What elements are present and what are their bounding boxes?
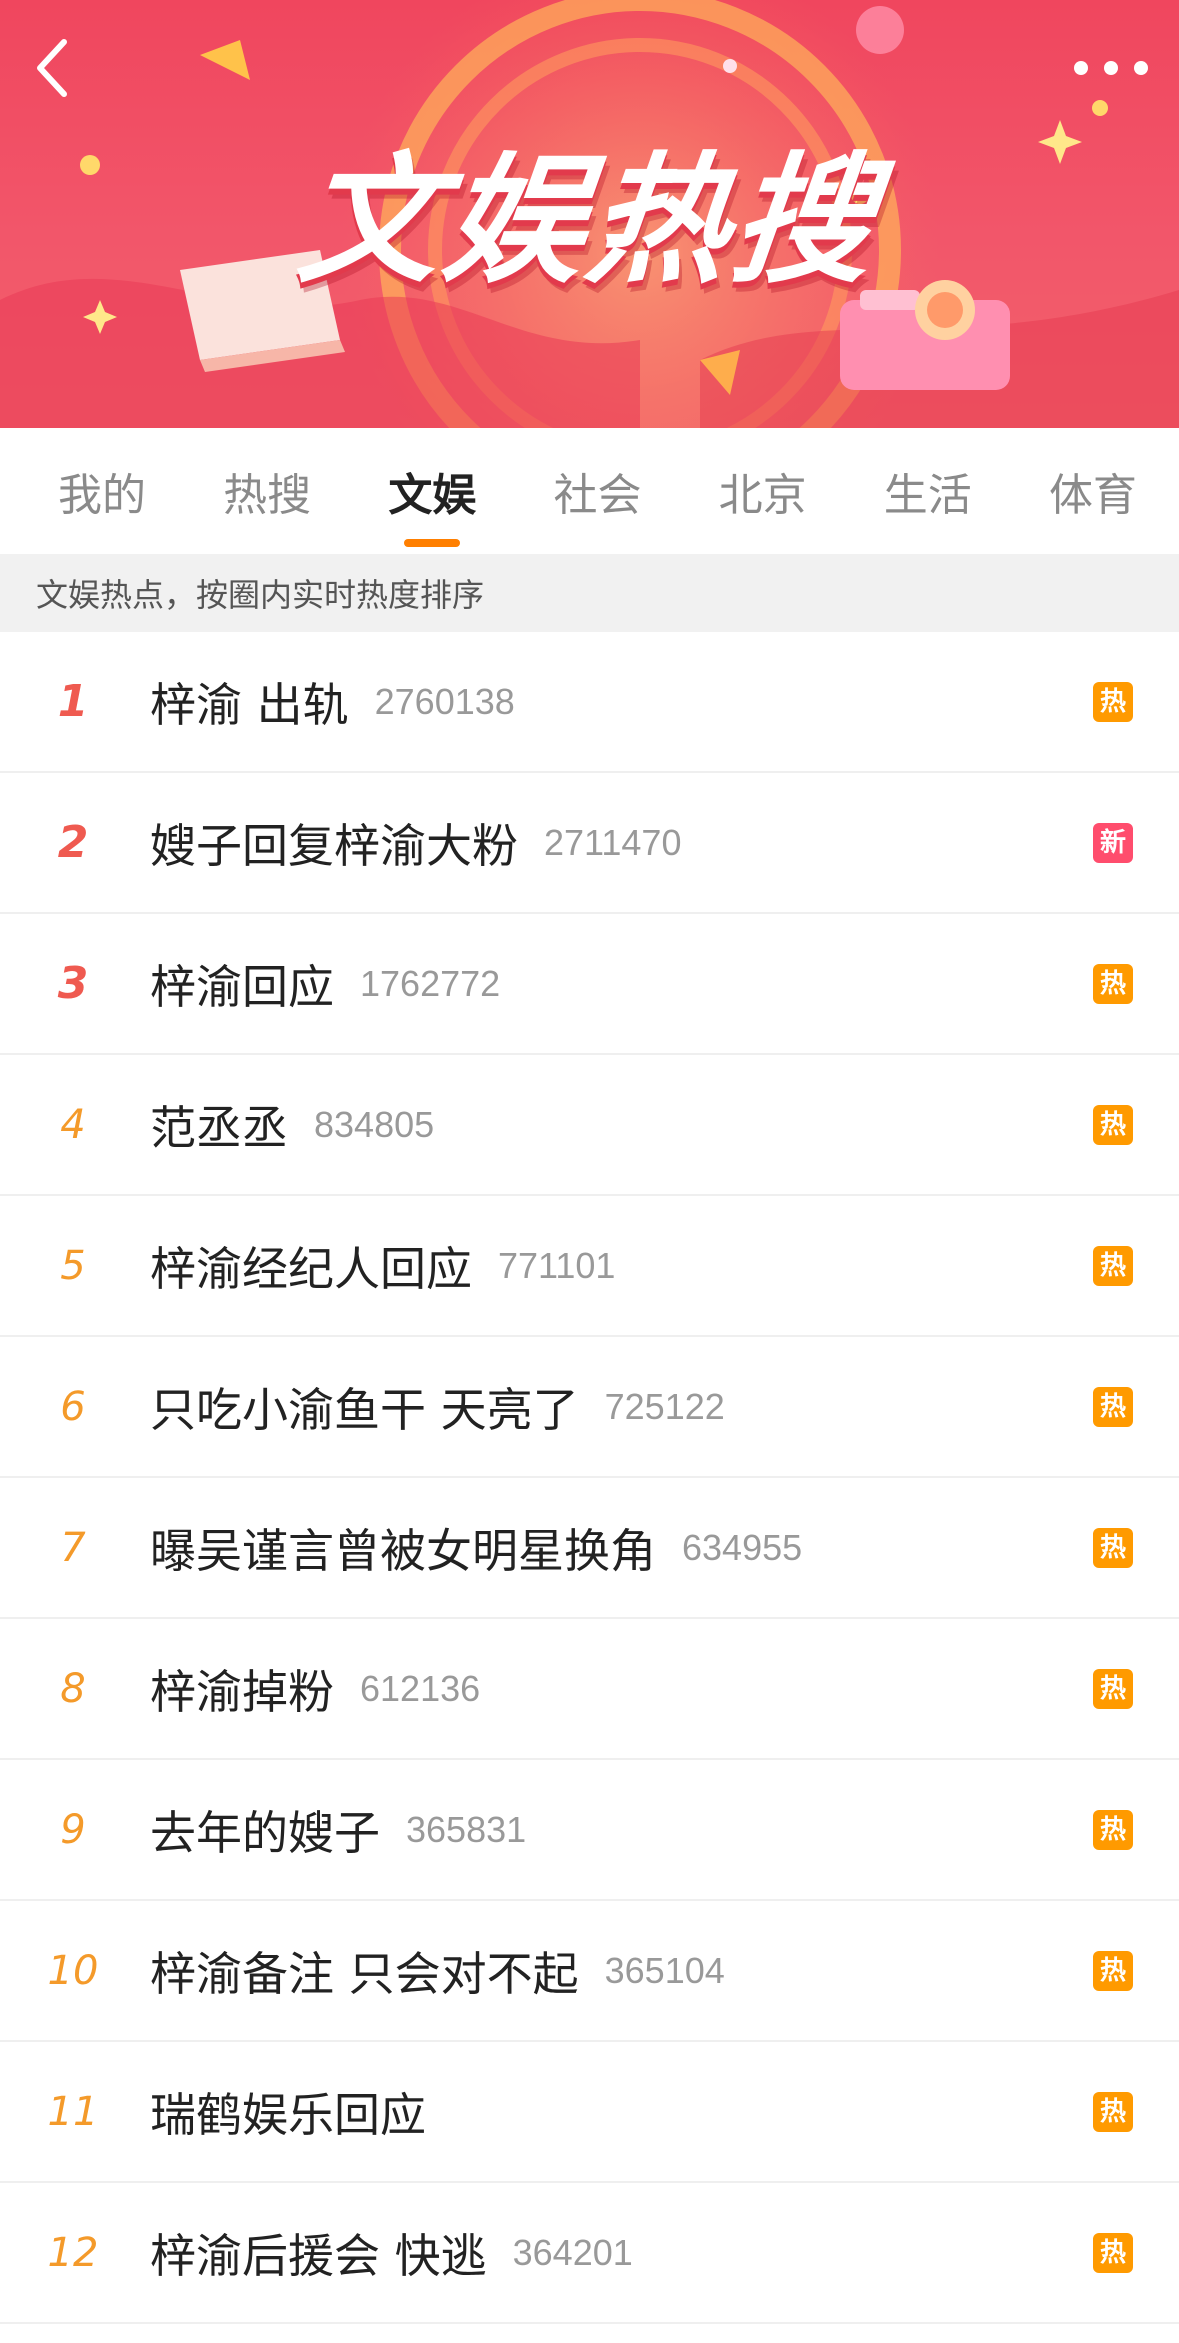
list-item[interactable]: 11 瑞鹤娱乐回应 热 xyxy=(0,2042,1179,2183)
tab-label: 热搜 xyxy=(223,470,312,521)
hot-badge: 热 xyxy=(1093,963,1133,1004)
heat-count: 612136 xyxy=(360,1667,481,1709)
tab-life[interactable]: 生活 xyxy=(884,449,972,533)
rank-number: 4 xyxy=(60,1101,86,1148)
tab-hot-search[interactable]: 热搜 xyxy=(223,449,311,533)
list-item[interactable]: 2 嫂子回复梓渝大粉 2711470 新 xyxy=(0,773,1179,914)
tab-society[interactable]: 社会 xyxy=(553,449,641,533)
rank-number: 2 xyxy=(57,817,89,868)
list-item[interactable]: 4 范丞丞 834805 热 xyxy=(0,1055,1179,1196)
page-title: 文娱热搜 xyxy=(291,140,885,303)
hot-badge: 热 xyxy=(1093,681,1133,722)
more-dots-icon xyxy=(1074,61,1148,75)
tab-entertainment[interactable]: 文娱 xyxy=(388,449,477,547)
tab-label: 生活 xyxy=(883,470,972,521)
list-item[interactable]: 9 去年的嫂子 365831 热 xyxy=(0,1760,1179,1901)
hot-search-list: 1 梓渝 出轨 2760138 热 2 嫂子回复梓渝大粉 2711470 新 3… xyxy=(0,632,1179,2324)
item-title: 曝吴谨言曾被女明星换角 xyxy=(150,1523,656,1578)
heat-count: 365831 xyxy=(406,1808,527,1850)
list-item[interactable]: 5 梓渝经纪人回应 771101 热 xyxy=(0,1196,1179,1337)
back-button[interactable] xyxy=(18,32,90,104)
hot-badge: 热 xyxy=(1093,2232,1133,2273)
list-item[interactable]: 7 曝吴谨言曾被女明星换角 634955 热 xyxy=(0,1478,1179,1619)
hot-badge: 热 xyxy=(1093,1668,1133,1709)
rank-number: 11 xyxy=(47,2088,99,2135)
item-title: 梓渝后援会 快逃 xyxy=(150,2228,487,2283)
chevron-left-icon xyxy=(37,39,67,97)
tab-label: 体育 xyxy=(1048,470,1137,521)
rank-number: 5 xyxy=(60,1242,86,1289)
heat-count: 634955 xyxy=(682,1526,803,1568)
tab-label: 北京 xyxy=(718,470,807,521)
list-item[interactable]: 3 梓渝回应 1762772 热 xyxy=(0,914,1179,1055)
item-title: 瑞鹤娱乐回应 xyxy=(150,2087,426,2142)
heat-count: 365104 xyxy=(604,1949,725,1991)
rank-number: 12 xyxy=(47,2229,99,2276)
list-item[interactable]: 6 只吃小渝鱼干 天亮了 725122 热 xyxy=(0,1337,1179,1478)
heat-count: 1762772 xyxy=(360,962,501,1004)
rank-number: 6 xyxy=(60,1383,86,1430)
rank-number: 7 xyxy=(60,1524,86,1571)
item-title: 只吃小渝鱼干 天亮了 xyxy=(150,1382,579,1437)
item-title: 梓渝 出轨 xyxy=(150,677,349,732)
hot-badge: 热 xyxy=(1093,1809,1133,1850)
active-tab-indicator xyxy=(404,539,461,547)
list-item[interactable]: 12 梓渝后援会 快逃 364201 热 xyxy=(0,2183,1179,2324)
rank-number: 1 xyxy=(57,676,89,727)
item-title: 梓渝掉粉 xyxy=(150,1664,334,1719)
rank-number: 10 xyxy=(47,1947,99,1994)
more-options-button[interactable] xyxy=(1065,44,1157,92)
heat-count: 834805 xyxy=(314,1103,435,1145)
new-badge: 新 xyxy=(1093,822,1133,863)
heat-count: 771101 xyxy=(498,1244,616,1286)
tab-label: 我的 xyxy=(58,470,146,521)
item-title: 嫂子回复梓渝大粉 xyxy=(150,818,518,873)
rank-number: 9 xyxy=(60,1806,86,1853)
section-subheader: 文娱热点，按圈内实时热度排序 xyxy=(0,554,1179,632)
category-tabs: 我的 热搜 文娱 社会 北京 生活 体育 xyxy=(0,428,1179,554)
list-item[interactable]: 10 梓渝备注 只会对不起 365104 热 xyxy=(0,1901,1179,2042)
hot-badge: 热 xyxy=(1093,1104,1133,1145)
heat-count: 725122 xyxy=(604,1385,725,1427)
item-title: 梓渝备注 只会对不起 xyxy=(150,1946,579,2001)
header-banner: 文娱热搜 xyxy=(0,0,1179,428)
item-title: 范丞丞 xyxy=(150,1100,288,1155)
tab-sports[interactable]: 体育 xyxy=(1049,449,1137,533)
heat-count: 2711470 xyxy=(544,821,682,863)
tab-mine[interactable]: 我的 xyxy=(58,449,146,533)
hot-badge: 热 xyxy=(1093,2091,1133,2132)
list-item[interactable]: 8 梓渝掉粉 612136 热 xyxy=(0,1619,1179,1760)
list-item[interactable]: 1 梓渝 出轨 2760138 热 xyxy=(0,632,1179,773)
hot-badge: 热 xyxy=(1093,1527,1133,1568)
tab-label: 社会 xyxy=(553,470,642,521)
hot-badge: 热 xyxy=(1093,1245,1133,1286)
rank-number: 8 xyxy=(60,1665,86,1712)
hot-badge: 热 xyxy=(1093,1950,1133,1991)
rank-number: 3 xyxy=(57,958,89,1009)
item-title: 梓渝回应 xyxy=(150,959,334,1014)
heat-count: 2760138 xyxy=(374,680,515,722)
tab-beijing[interactable]: 北京 xyxy=(719,449,807,533)
hot-badge: 热 xyxy=(1093,1386,1133,1427)
item-title: 去年的嫂子 xyxy=(150,1805,380,1860)
heat-count: 364201 xyxy=(512,2231,633,2273)
tab-label: 文娱 xyxy=(388,470,477,521)
item-title: 梓渝经纪人回应 xyxy=(150,1241,472,1296)
